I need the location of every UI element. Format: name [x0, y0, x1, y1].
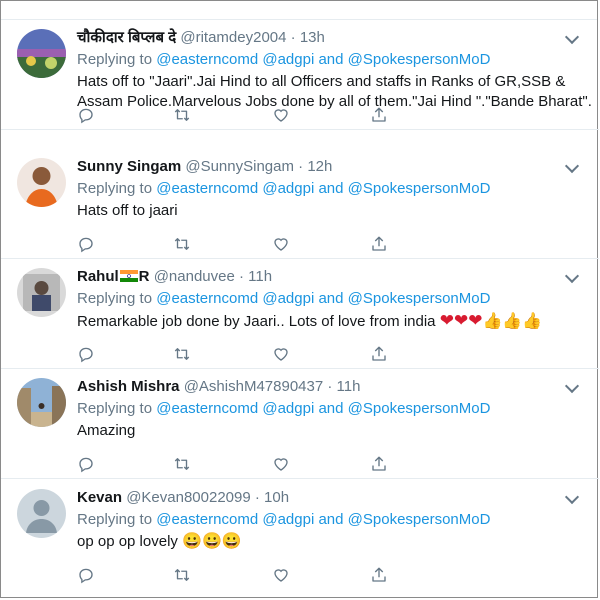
reply-icon[interactable] [77, 106, 97, 126]
retweet-icon[interactable] [173, 345, 193, 365]
mention-link[interactable]: @easterncomd [156, 290, 258, 307]
mention-link[interactable]: and [318, 511, 343, 528]
like-icon[interactable] [272, 345, 292, 365]
mention-link[interactable]: @easterncomd [156, 51, 258, 68]
share-icon[interactable] [370, 566, 390, 586]
mention-link[interactable]: @adgpi [262, 180, 314, 197]
mention-link[interactable]: @adgpi [262, 511, 314, 528]
tweet-text: Amazing [77, 422, 136, 439]
user-handle[interactable]: @Kevan80022099 [126, 489, 251, 506]
replying-prefix: Replying to [77, 511, 153, 528]
timestamp[interactable]: 11h [248, 268, 272, 285]
like-icon[interactable] [272, 566, 292, 586]
mention-link[interactable]: and [318, 180, 343, 197]
retweet-icon[interactable] [173, 566, 193, 586]
mention-link[interactable]: @adgpi [262, 290, 314, 307]
separator-dot: · [254, 489, 260, 506]
tweet-text: Hats off to "Jaari".Jai Hind to all Offi… [77, 73, 566, 90]
user-handle[interactable]: @SunnySingam [185, 158, 294, 175]
retweet-icon[interactable] [173, 455, 193, 475]
replying-to: Replying to @easterncomd @adgpi and @Spo… [77, 179, 569, 199]
user-handle[interactable]: @ritamdey2004 [180, 29, 286, 46]
reply-icon[interactable] [77, 455, 97, 475]
timestamp[interactable]: 12h [307, 158, 332, 175]
avatar[interactable] [17, 268, 66, 317]
tweet-item[interactable]: Ashish Mishra @AshishM47890437 · 11h Rep… [1, 369, 599, 479]
replying-prefix: Replying to [77, 290, 153, 307]
reply-icon[interactable] [77, 566, 97, 586]
retweet-icon[interactable] [173, 235, 193, 255]
tweet-actions [77, 235, 397, 257]
tweet-actions [77, 345, 397, 367]
user-name[interactable]: Sunny Singam [77, 158, 181, 175]
mention-link[interactable]: and [318, 290, 343, 307]
avatar[interactable] [17, 378, 66, 427]
mention-link[interactable]: @easterncomd [156, 400, 258, 417]
like-icon[interactable] [272, 235, 292, 255]
separator-dot: · [238, 268, 244, 285]
user-name-last[interactable]: R [139, 268, 150, 285]
tweet-text-body: Remarkable job done by Jaari.. Lots of l… [77, 313, 436, 330]
reply-icon[interactable] [77, 235, 97, 255]
replying-prefix: Replying to [77, 51, 153, 68]
mention-link[interactable]: @SpokespersonMoD [348, 180, 491, 197]
share-icon[interactable] [370, 106, 390, 126]
tweet-actions [77, 455, 397, 477]
tweet-item[interactable]: Kevan @Kevan80022099 · 10h Replying to @… [1, 480, 599, 590]
user-name[interactable]: Ashish Mishra [77, 378, 180, 395]
mention-link[interactable]: @SpokespersonMoD [348, 51, 491, 68]
tweet-text: op op op lovely 😀😀😀 [77, 532, 569, 552]
mention-link[interactable]: and [318, 51, 343, 68]
avatar[interactable] [17, 489, 66, 538]
retweet-icon[interactable] [173, 106, 193, 126]
replying-prefix: Replying to [77, 180, 153, 197]
tweet-text: Remarkable job done by Jaari.. Lots of l… [77, 311, 569, 332]
tweet-replies-panel: चौकीदार बिप्लब दे @ritamdey2004 · 13h Re… [0, 0, 599, 598]
user-handle[interactable]: @nanduvee [154, 268, 235, 285]
smiley-emoji: 😀😀😀 [182, 533, 242, 550]
mention-link[interactable]: @SpokespersonMoD [348, 290, 491, 307]
tweet-item[interactable]: चौकीदार बिप्लब दे @ritamdey2004 · 13h Re… [1, 20, 599, 130]
separator-dot: · [298, 158, 304, 175]
mention-link[interactable]: @SpokespersonMoD [348, 400, 491, 417]
india-flag-icon [119, 268, 138, 282]
heart-emoji: ❤❤❤ [439, 311, 483, 330]
timestamp[interactable]: 13h [300, 29, 325, 46]
tweet-item[interactable]: Rahul R @nanduvee · 11h Replying to @east… [1, 259, 599, 369]
replying-to: Replying to @easterncomd @adgpi and @Spo… [77, 289, 569, 309]
mention-link[interactable]: @adgpi [262, 400, 314, 417]
avatar[interactable] [17, 29, 66, 78]
replying-to: Replying to @easterncomd @adgpi and @Spo… [77, 399, 569, 419]
avatar[interactable] [17, 158, 66, 207]
user-name[interactable]: चौकीदार बिप्लब दे [77, 29, 176, 46]
thumbs-up-emoji: 👍👍👍 [482, 313, 543, 330]
share-icon[interactable] [370, 235, 390, 255]
separator-dot: · [327, 378, 333, 395]
tweet-actions [77, 566, 397, 588]
timestamp[interactable]: 11h [337, 378, 361, 395]
share-icon[interactable] [370, 345, 390, 365]
replying-to: Replying to @easterncomd @adgpi and @Spo… [77, 50, 569, 70]
replying-to: Replying to @easterncomd @adgpi and @Spo… [77, 510, 569, 530]
mention-link[interactable]: @SpokespersonMoD [348, 511, 491, 528]
timestamp[interactable]: 10h [264, 489, 289, 506]
mention-link[interactable]: @easterncomd [156, 511, 258, 528]
replying-prefix: Replying to [77, 400, 153, 417]
mention-link[interactable]: @adgpi [262, 51, 314, 68]
user-handle[interactable]: @AshishM47890437 [184, 378, 323, 395]
like-icon[interactable] [272, 106, 292, 126]
share-icon[interactable] [370, 455, 390, 475]
reply-icon[interactable] [77, 345, 97, 365]
mention-link[interactable]: and [318, 400, 343, 417]
tweet-text-body: op op op lovely [77, 533, 178, 550]
separator-dot: · [290, 29, 296, 46]
tweet-text: Hats off to jaari [77, 202, 178, 219]
user-name[interactable]: Kevan [77, 489, 122, 506]
like-icon[interactable] [272, 455, 292, 475]
tweet-actions [77, 106, 397, 128]
user-name-first[interactable]: Rahul [77, 268, 119, 285]
mention-link[interactable]: @easterncomd [156, 180, 258, 197]
tweet-item[interactable]: Sunny Singam @SunnySingam · 12h Replying… [1, 149, 599, 259]
